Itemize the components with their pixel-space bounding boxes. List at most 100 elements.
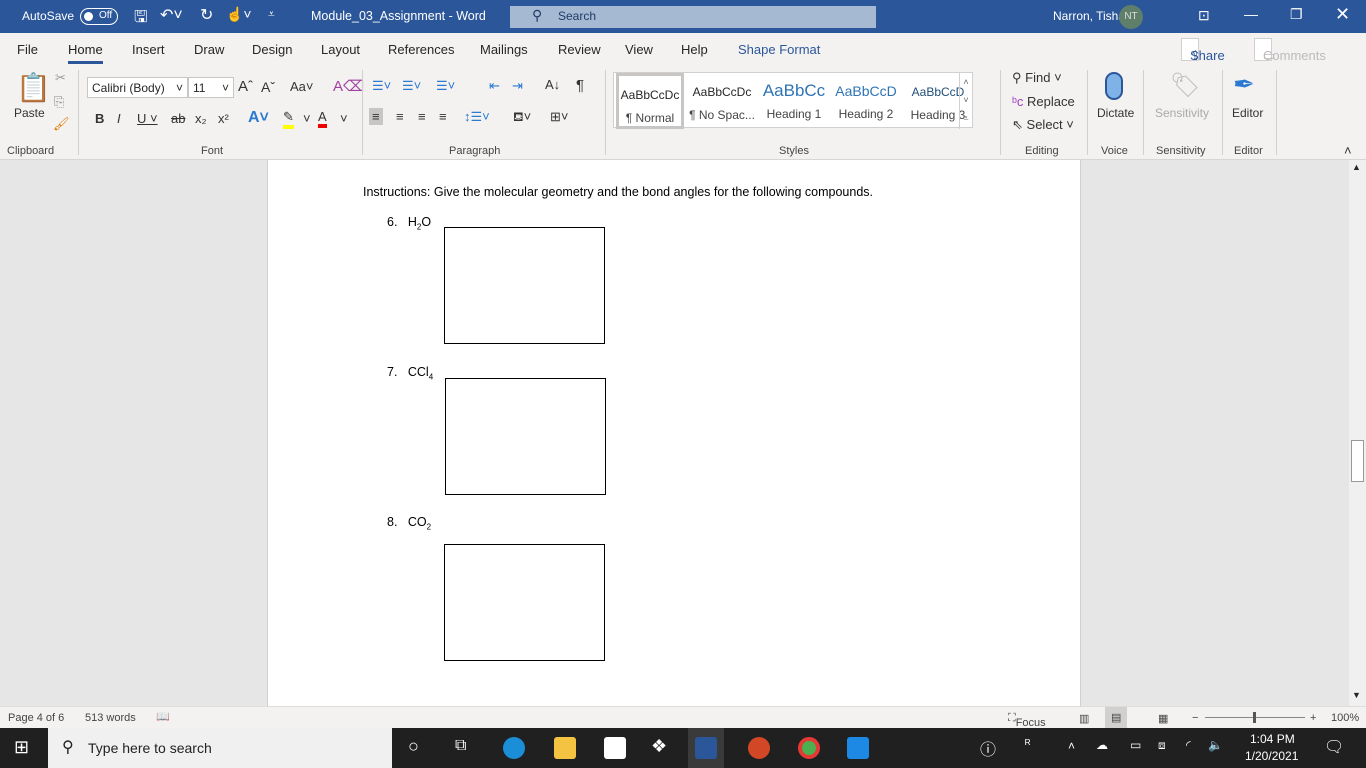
tab-home[interactable]: Home bbox=[68, 42, 103, 64]
zoom-out-icon[interactable]: − bbox=[1192, 712, 1198, 724]
editor-pen-icon[interactable]: ✒ bbox=[1233, 69, 1255, 100]
copy-icon[interactable]: ⎘ bbox=[54, 94, 64, 110]
volume-icon[interactable]: 🔈 bbox=[1208, 738, 1223, 752]
superscript-icon[interactable]: x² bbox=[218, 111, 229, 126]
word-count[interactable]: 513 words bbox=[85, 712, 136, 724]
style-heading-1[interactable]: AaBbCc Heading 1 bbox=[758, 73, 830, 129]
cut-icon[interactable]: ✂ bbox=[55, 70, 66, 86]
tab-layout[interactable]: Layout bbox=[321, 42, 360, 57]
shrink-font-icon[interactable]: Aˇ bbox=[261, 79, 275, 95]
avatar[interactable]: NT bbox=[1119, 5, 1143, 29]
print-layout-icon[interactable]: ▤ bbox=[1105, 707, 1128, 728]
word-taskbar-button[interactable] bbox=[688, 728, 724, 768]
editor-button[interactable]: Editor bbox=[1232, 106, 1263, 120]
tab-shape-format[interactable]: Shape Format bbox=[738, 42, 820, 57]
show-hidden-icons[interactable]: ˄ bbox=[1068, 739, 1075, 753]
styles-scroll[interactable]: ˄ ˅ ⩡ bbox=[959, 73, 972, 129]
paste-button[interactable]: Paste bbox=[14, 106, 45, 120]
strikethrough-icon[interactable]: ab bbox=[171, 111, 185, 126]
store-icon[interactable] bbox=[604, 737, 626, 759]
proofing-icon[interactable]: 📖 bbox=[156, 710, 170, 723]
tab-file[interactable]: File bbox=[17, 42, 38, 57]
show-formatting-icon[interactable]: ¶ bbox=[576, 77, 584, 94]
replace-button[interactable]: ᵇc Replace bbox=[1012, 94, 1075, 109]
font-color-icon[interactable]: A bbox=[318, 109, 327, 128]
tab-insert[interactable]: Insert bbox=[132, 42, 165, 57]
tab-design[interactable]: Design bbox=[252, 42, 292, 57]
task-view-icon[interactable]: ⧉ bbox=[455, 737, 466, 755]
customize-qat-icon[interactable]: ⩡ bbox=[268, 7, 275, 22]
line-spacing-icon[interactable]: ↕☰˅ bbox=[464, 109, 490, 125]
wifi-icon[interactable]: ◜ bbox=[1186, 738, 1191, 752]
zoom-slider-thumb[interactable] bbox=[1253, 712, 1256, 723]
increase-indent-icon[interactable]: ⇥ bbox=[512, 78, 523, 94]
scroll-down-icon[interactable]: ▼ bbox=[1352, 690, 1361, 700]
read-mode-icon[interactable]: ▥ bbox=[1079, 712, 1089, 725]
align-center-icon[interactable]: ≡ bbox=[396, 109, 404, 124]
select-button[interactable]: ⇖ Select ˅ bbox=[1012, 117, 1074, 133]
highlight-icon[interactable]: ✎ bbox=[283, 109, 294, 129]
paste-icon[interactable]: 📋 bbox=[16, 71, 51, 104]
ribbon-display-icon[interactable]: ⊡ bbox=[1198, 7, 1210, 24]
clear-formatting-icon[interactable]: A⌫ bbox=[333, 77, 364, 95]
font-name-select[interactable]: Calibri (Body) ˅ bbox=[87, 77, 188, 98]
italic-icon[interactable]: I bbox=[117, 111, 121, 126]
tab-draw[interactable]: Draw bbox=[194, 42, 224, 57]
search-box[interactable]: ⚲ Search bbox=[510, 6, 876, 28]
dictate-button[interactable]: Dictate bbox=[1097, 106, 1134, 120]
minimize-icon[interactable]: — bbox=[1244, 6, 1258, 22]
undo-icon[interactable]: ↶˅ bbox=[160, 5, 183, 25]
restore-icon[interactable]: ❐ bbox=[1290, 6, 1303, 23]
answer-box-6[interactable] bbox=[444, 227, 605, 344]
people-icon[interactable]: ᴿ bbox=[1025, 737, 1030, 751]
zoom-in-icon[interactable]: + bbox=[1310, 712, 1316, 724]
touch-mode-icon[interactable]: ☝˅ bbox=[226, 6, 252, 23]
comments-button[interactable]: ▭ Comments bbox=[1254, 38, 1326, 63]
powerpoint-icon[interactable] bbox=[748, 737, 770, 759]
photos-icon[interactable] bbox=[847, 737, 869, 759]
align-left-icon[interactable]: ≡ bbox=[369, 108, 383, 125]
numbering-icon[interactable]: ☰˅ bbox=[402, 78, 421, 94]
page-count[interactable]: Page 4 of 6 bbox=[8, 712, 64, 724]
answer-box-7[interactable] bbox=[445, 378, 606, 495]
multilevel-list-icon[interactable]: ☰˅ bbox=[436, 78, 455, 94]
style-no-spacing[interactable]: AaBbCcDc ¶ No Spac... bbox=[686, 73, 758, 129]
collapse-ribbon-icon[interactable]: ˄ bbox=[1344, 143, 1352, 158]
document-page[interactable]: Instructions: Give the molecular geometr… bbox=[267, 160, 1081, 706]
focus-button[interactable]: ⛶ Focus bbox=[1008, 712, 1046, 729]
text-effects-icon[interactable]: A˅ bbox=[248, 109, 269, 127]
clock-date[interactable]: 1/20/2021 bbox=[1245, 749, 1298, 763]
grow-font-icon[interactable]: Aˆ bbox=[238, 78, 253, 95]
help-icon[interactable]: ⓘ bbox=[980, 736, 996, 760]
subscript-icon[interactable]: x₂ bbox=[195, 111, 207, 126]
chrome-icon[interactable] bbox=[798, 737, 820, 759]
scrollbar-thumb[interactable] bbox=[1351, 440, 1364, 482]
autosave-toggle[interactable]: Off bbox=[80, 8, 118, 25]
bold-icon[interactable]: B bbox=[95, 111, 104, 126]
battery-icon[interactable]: ▭ bbox=[1130, 738, 1141, 752]
taskbar-search[interactable]: ⚲ Type here to search bbox=[48, 728, 392, 768]
share-button[interactable]: ⇪ Share bbox=[1181, 38, 1225, 63]
device-icon[interactable]: ⧈ bbox=[1158, 738, 1166, 753]
windows-start-icon[interactable]: ⊞ bbox=[14, 737, 29, 758]
borders-icon[interactable]: ⊞˅ bbox=[550, 109, 568, 125]
style-heading-2[interactable]: AaBbCcD Heading 2 bbox=[830, 73, 902, 129]
tab-help[interactable]: Help bbox=[681, 42, 708, 57]
scroll-up-icon[interactable]: ▲ bbox=[1352, 162, 1361, 172]
notifications-icon[interactable]: 🗨 bbox=[1324, 737, 1344, 757]
file-explorer-icon[interactable] bbox=[554, 737, 576, 759]
zoom-level[interactable]: 100% bbox=[1331, 712, 1359, 724]
clock-time[interactable]: 1:04 PM bbox=[1250, 732, 1295, 746]
vertical-scrollbar[interactable]: ▲ ▼ bbox=[1349, 160, 1366, 706]
redo-icon[interactable]: ↻ bbox=[200, 5, 213, 25]
justify-icon[interactable]: ≡ bbox=[439, 109, 447, 124]
cortana-icon[interactable]: ○ bbox=[408, 736, 419, 757]
decrease-indent-icon[interactable]: ⇤ bbox=[489, 78, 500, 94]
tab-references[interactable]: References bbox=[388, 42, 454, 57]
edge-icon[interactable] bbox=[503, 737, 525, 759]
change-case-icon[interactable]: Aa˅ bbox=[290, 79, 314, 94]
dropbox-icon[interactable]: ❖ bbox=[651, 736, 667, 757]
font-size-select[interactable]: 11 ˅ bbox=[188, 77, 234, 98]
save-icon[interactable]: 🖫 bbox=[134, 6, 148, 33]
tab-mailings[interactable]: Mailings bbox=[480, 42, 528, 57]
